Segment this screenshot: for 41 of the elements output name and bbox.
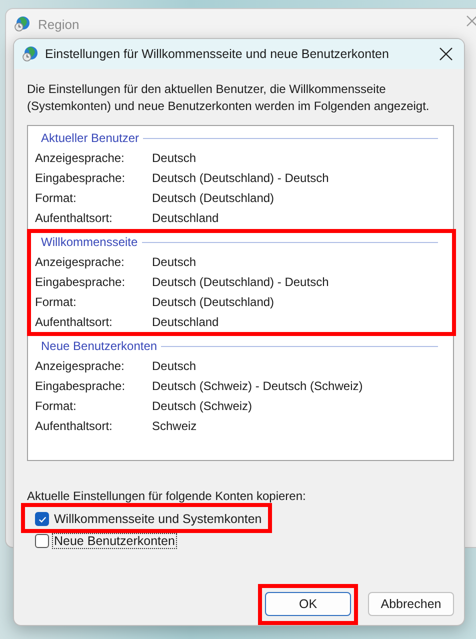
setting-label: Anzeigesprache: <box>35 151 126 165</box>
setting-value: Deutsch <box>152 255 196 269</box>
copy-label: Aktuelle Einstellungen für folgende Konten kopieren: <box>27 489 307 503</box>
setting-value: Deutsch <box>152 359 196 373</box>
setting-label: Anzeigesprache: <box>35 359 126 373</box>
setting-label: Eingabesprache: <box>35 379 126 393</box>
checkbox[interactable] <box>35 512 49 526</box>
checkbox[interactable] <box>35 534 49 548</box>
setting-value: Deutsch (Deutschland) - Deutsch <box>152 275 329 289</box>
setting-value: Deutschland <box>152 315 219 329</box>
setting-value: Deutsch (Deutschland) <box>152 295 274 309</box>
setting-value: Deutsch (Deutschland) <box>152 191 274 205</box>
setting-label: Eingabesprache: <box>35 275 126 289</box>
setting-value: Deutsch (Schweiz) <box>152 399 252 413</box>
globe-icon <box>14 16 30 32</box>
setting-label: Anzeigesprache: <box>35 255 126 269</box>
checkmark-icon <box>38 514 46 524</box>
setting-label: Aufenthaltsort: <box>35 315 114 329</box>
section-header: Neue Benutzerkonten <box>41 339 158 353</box>
dialog-button[interactable]: Abbrechen <box>368 592 454 616</box>
section-header: Willkommensseite <box>41 235 138 249</box>
setting-label: Format: <box>35 399 78 413</box>
checkbox-label[interactable]: Neue Benutzerkonten <box>52 533 177 549</box>
window-title: Region <box>38 16 80 32</box>
close-icon[interactable] <box>438 46 454 62</box>
setting-value: Deutsch (Schweiz) - Deutsch (Schweiz) <box>152 379 363 393</box>
setting-value: Deutsch <box>152 151 196 165</box>
description-text: Die Einstellungen für den aktuellen Benutzer, die Willkommensseite (Systemkonten) und neue Benutzerkonten werden im Folgenden angezeigt. <box>27 81 430 115</box>
setting-value: Schweiz <box>152 419 197 433</box>
setting-value: Deutschland <box>152 211 219 225</box>
setting-label: Format: <box>35 191 78 205</box>
section-header: Aktueller Benutzer <box>41 131 140 145</box>
checkbox-label[interactable]: Willkommensseite und Systemkonten <box>52 511 264 527</box>
setting-label: Aufenthaltsort: <box>35 419 114 433</box>
setting-label: Aufenthaltsort: <box>35 211 114 225</box>
dialog-title: Einstellungen für Willkommensseite und neue Benutzerkonten <box>45 47 390 61</box>
setting-label: Format: <box>35 295 78 309</box>
dialog-button[interactable]: OK <box>265 592 351 616</box>
setting-label: Eingabesprache: <box>35 171 126 185</box>
globe-icon <box>22 46 38 62</box>
setting-value: Deutsch (Deutschland) - Deutsch <box>152 171 329 185</box>
